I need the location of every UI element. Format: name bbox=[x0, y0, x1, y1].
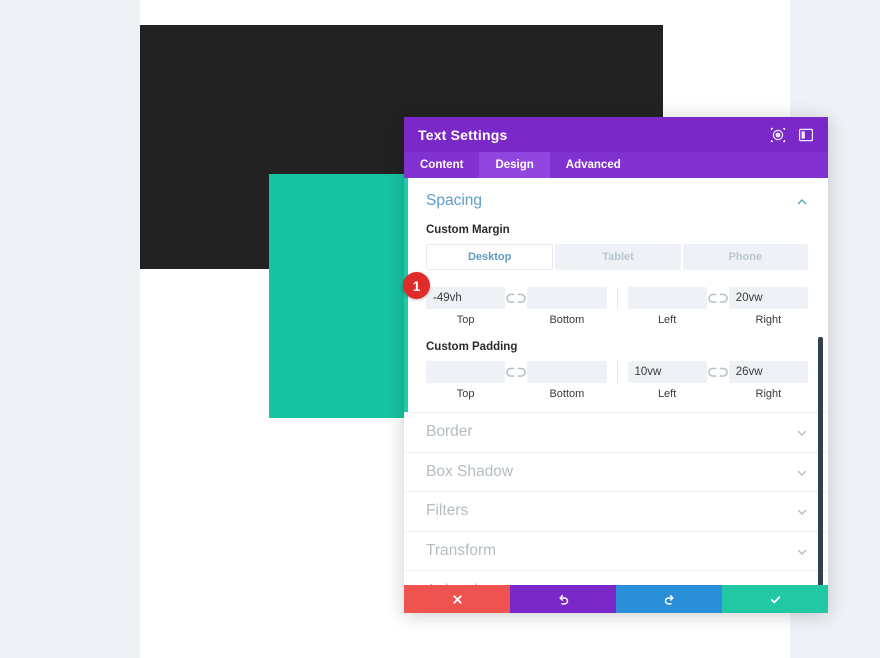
modal-header: Text Settings bbox=[404, 117, 828, 152]
save-button[interactable] bbox=[722, 585, 828, 613]
header-icon-group bbox=[770, 127, 814, 143]
margin-horizontal-group: Left 20vw Right bbox=[627, 287, 808, 326]
tab-content[interactable]: Content bbox=[404, 152, 479, 178]
tab-advanced[interactable]: Advanced bbox=[550, 152, 637, 178]
spacing-panel-header[interactable]: Spacing bbox=[426, 192, 808, 210]
device-desktop[interactable]: Desktop bbox=[426, 244, 554, 270]
text-settings-modal: Text Settings Content Design Advanced Sp… bbox=[404, 117, 828, 613]
spacing-panel: Spacing Custom Margin Desktop Tablet Pho… bbox=[404, 178, 828, 412]
section-animation[interactable]: Animation bbox=[404, 571, 828, 585]
margin-left-input[interactable] bbox=[627, 287, 707, 309]
margin-top-input[interactable]: -49vh bbox=[426, 287, 506, 309]
margin-top-cell: -49vh Top bbox=[426, 287, 506, 326]
section-border-label: Border bbox=[426, 423, 473, 441]
spacing-title: Spacing bbox=[426, 192, 483, 209]
chevron-up-icon[interactable] bbox=[796, 195, 808, 207]
unlink-icon[interactable] bbox=[505, 361, 527, 383]
padding-bottom-caption: Bottom bbox=[549, 388, 585, 400]
margin-bottom-input[interactable] bbox=[527, 287, 607, 309]
redo-icon bbox=[664, 594, 674, 605]
cancel-button[interactable] bbox=[404, 585, 510, 613]
section-filters[interactable]: Filters bbox=[404, 492, 828, 532]
unlink-icon[interactable] bbox=[505, 287, 527, 309]
redo-button[interactable] bbox=[616, 585, 722, 613]
padding-top-cell: Top bbox=[426, 361, 506, 400]
section-border[interactable]: Border bbox=[404, 413, 828, 453]
unlink-icon[interactable] bbox=[707, 287, 729, 309]
padding-right-cell: 26vw Right bbox=[728, 361, 808, 400]
padding-bottom-cell: Bottom bbox=[527, 361, 607, 400]
margin-right-caption: Right bbox=[755, 314, 782, 326]
annotation-badge: 1 bbox=[403, 272, 430, 299]
collapsed-sections: Border Box Shadow Filters Transform bbox=[404, 412, 828, 585]
scrollbar-track[interactable] bbox=[818, 178, 826, 585]
section-box-shadow-label: Box Shadow bbox=[426, 462, 514, 480]
margin-top-caption: Top bbox=[456, 314, 475, 326]
device-tablet[interactable]: Tablet bbox=[555, 244, 681, 270]
modal-footer bbox=[404, 585, 828, 613]
undo-icon bbox=[558, 594, 568, 605]
margin-divider bbox=[616, 287, 618, 309]
section-transform-label: Transform bbox=[426, 541, 497, 559]
modal-body: Spacing Custom Margin Desktop Tablet Pho… bbox=[404, 178, 828, 585]
tab-design[interactable]: Design bbox=[479, 152, 550, 178]
padding-right-caption: Right bbox=[755, 388, 782, 400]
section-transform[interactable]: Transform bbox=[404, 532, 828, 571]
padding-right-input[interactable]: 26vw bbox=[728, 361, 808, 383]
chevron-down-icon[interactable] bbox=[796, 505, 808, 517]
margin-left-caption: Left bbox=[657, 314, 677, 326]
section-filters-label: Filters bbox=[426, 502, 469, 520]
margin-left-cell: Left bbox=[627, 287, 707, 326]
layout-panel-icon[interactable] bbox=[798, 127, 814, 143]
screenshot-root: Text Settings Content Design Advanced Sp… bbox=[0, 0, 880, 658]
check-icon bbox=[770, 595, 780, 603]
target-icon[interactable] bbox=[770, 127, 786, 143]
padding-left-caption: Left bbox=[657, 388, 677, 400]
margin-right-input[interactable]: 20vw bbox=[728, 287, 808, 309]
padding-vertical-group: Top Bottom bbox=[426, 361, 607, 400]
margin-fields: -49vh Top Bottom Left 20vw Right bbox=[426, 287, 808, 326]
margin-bottom-cell: Bottom bbox=[527, 287, 607, 326]
custom-padding-label: Custom Padding bbox=[426, 341, 518, 353]
chevron-down-icon[interactable] bbox=[796, 545, 808, 557]
margin-bottom-caption: Bottom bbox=[549, 314, 585, 326]
padding-horizontal-group: 10vw Left 26vw Right bbox=[627, 361, 808, 400]
chevron-down-icon[interactable] bbox=[796, 426, 808, 438]
margin-right-cell: 20vw Right bbox=[728, 287, 808, 326]
close-icon bbox=[452, 594, 462, 604]
padding-top-caption: Top bbox=[456, 388, 475, 400]
chevron-down-icon[interactable] bbox=[796, 466, 808, 478]
margin-vertical-group: -49vh Top Bottom bbox=[426, 287, 607, 326]
padding-left-input[interactable]: 10vw bbox=[627, 361, 707, 383]
padding-fields: Top Bottom 10vw Left 26vw Right bbox=[426, 361, 808, 400]
padding-divider bbox=[616, 361, 618, 383]
unlink-icon[interactable] bbox=[707, 361, 729, 383]
padding-left-cell: 10vw Left bbox=[627, 361, 707, 400]
padding-bottom-input[interactable] bbox=[527, 361, 607, 383]
padding-top-input[interactable] bbox=[426, 361, 506, 383]
undo-button[interactable] bbox=[510, 585, 616, 613]
device-phone[interactable]: Phone bbox=[682, 244, 808, 270]
section-animation-label: Animation bbox=[426, 582, 495, 585]
custom-margin-label: Custom Margin bbox=[426, 224, 510, 236]
device-toggle-margin: Desktop Tablet Phone bbox=[426, 244, 808, 270]
scrollbar-thumb[interactable] bbox=[818, 337, 823, 585]
modal-title: Text Settings bbox=[418, 126, 508, 143]
modal-tabs: Content Design Advanced bbox=[404, 152, 828, 178]
section-box-shadow[interactable]: Box Shadow bbox=[404, 453, 828, 492]
